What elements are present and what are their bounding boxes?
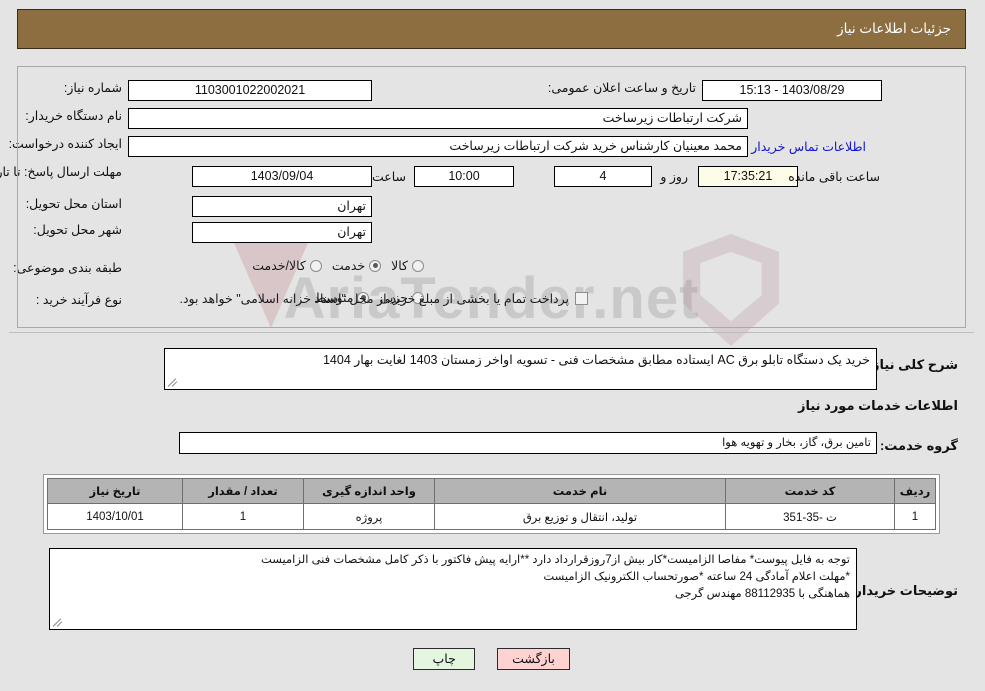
service-group-label: گروه خدمت: [880,438,959,453]
cell-service-name: تولید، انتقال و توزیع برق [435,503,727,530]
services-table: ردیف کد خدمت نام خدمت واحد اندازه گیری ت… [48,478,937,530]
col-need-date: تاریخ نیاز [48,478,184,504]
col-radif: ردیف [895,478,937,504]
cell-need-date: 1403/10/01 [48,503,184,530]
summary-text: خرید یک دستگاه تابلو برق AC ایستاده مطاب… [323,353,871,367]
buyer-notes-line-1: توجه به فایل پیوست* مفاصا الزامیست*کار ب… [261,554,851,566]
cell-radif: 1 [895,503,937,530]
buyer-notes-label: توضیحات خریدار: [851,583,959,598]
need-info-panel [18,66,967,328]
page-header-bar: جزئیات اطلاعات نیاز [18,9,967,49]
services-heading: اطلاعات خدمات مورد نیاز [798,398,959,413]
col-quantity: تعداد / مقدار [183,478,305,504]
buyer-notes-textarea[interactable]: توجه به فایل پیوست* مفاصا الزامیست*کار ب… [50,548,858,630]
resize-grip-icon-notes[interactable] [53,615,66,627]
col-service-name: نام خدمت [435,478,727,504]
cell-service-code: ت -35-351 [726,503,896,530]
cell-quantity: 1 [183,503,305,530]
resize-grip-icon[interactable] [168,375,181,387]
col-service-code: کد خدمت [726,478,896,504]
back-button[interactable]: بازگشت [498,648,571,670]
col-unit: واحد اندازه گیری [304,478,436,504]
section-divider-1 [10,332,975,333]
cell-unit: پروژه [304,503,436,530]
summary-label: شرح کلی نیاز: [868,357,959,372]
table-row: 1 ت -35-351 تولید، انتقال و توزیع برق پر… [48,503,937,530]
buyer-notes-line-3: هماهنگی با 88112935 مهندس گرجی [675,588,851,600]
print-button[interactable]: چاپ [414,648,477,670]
summary-textarea[interactable]: خرید یک دستگاه تابلو برق AC ایستاده مطاب… [165,348,878,390]
buyer-notes-line-2: *مهلت اعلام آمادگی 24 ساعته *صورتحساب ال… [544,571,851,583]
service-group-value: تامین برق، گاز، بخار و تهویه هوا [180,432,878,454]
page-title: جزئیات اطلاعات نیاز [838,21,952,36]
services-table-wrapper: ردیف کد خدمت نام خدمت واحد اندازه گیری ت… [44,474,941,534]
table-header-row: ردیف کد خدمت نام خدمت واحد اندازه گیری ت… [48,478,937,504]
action-buttons: بازگشت چاپ [0,648,985,670]
